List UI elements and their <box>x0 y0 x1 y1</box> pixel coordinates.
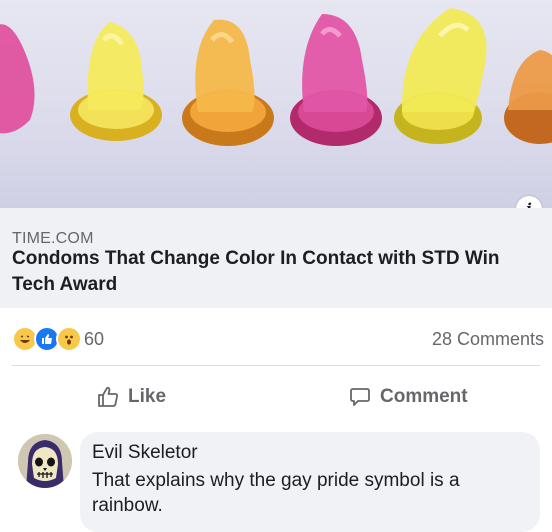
condom-yellow-1 <box>70 22 162 141</box>
wow-icon <box>56 326 82 352</box>
link-preview-image[interactable]: i <box>0 0 552 208</box>
like-label: Like <box>128 386 167 407</box>
comment-text: That explains why the gay pride symbol i… <box>92 470 460 516</box>
condoms-illustration <box>0 8 552 146</box>
reaction-icons[interactable] <box>12 326 82 352</box>
facebook-post: i TIME.COM Condoms That Change Color In … <box>0 0 552 532</box>
reactions-summary: 60 28 Comments <box>0 322 552 358</box>
link-title[interactable]: Condoms That Change Color In Contact wit… <box>12 246 532 298</box>
comment-label: Comment <box>380 386 468 407</box>
condom-magenta <box>290 14 382 146</box>
avatar[interactable] <box>18 434 72 488</box>
comment-bubble: Evil Skeletor That explains why the gay … <box>80 432 540 532</box>
post-actions: Like Comment <box>0 372 552 422</box>
thumbs-up-icon <box>98 386 118 407</box>
comment-count[interactable]: 28 Comments <box>432 329 544 350</box>
condom-orange <box>182 19 274 146</box>
speech-bubble-icon <box>350 388 370 406</box>
condom-pink-left <box>0 24 35 134</box>
like-button[interactable]: Like <box>96 380 166 414</box>
condom-yellow-2 <box>394 8 487 144</box>
link-caption[interactable]: TIME.COM Condoms That Change Color In Co… <box>0 208 552 308</box>
comment-button[interactable]: Comment <box>348 380 468 414</box>
skull-icon <box>18 434 72 488</box>
divider <box>12 365 540 366</box>
comment-author[interactable]: Evil Skeletor <box>92 442 198 464</box>
comment: Evil Skeletor That explains why the gay … <box>0 430 552 532</box>
reaction-count[interactable]: 60 <box>84 329 104 350</box>
condom-orange-right <box>504 50 552 144</box>
